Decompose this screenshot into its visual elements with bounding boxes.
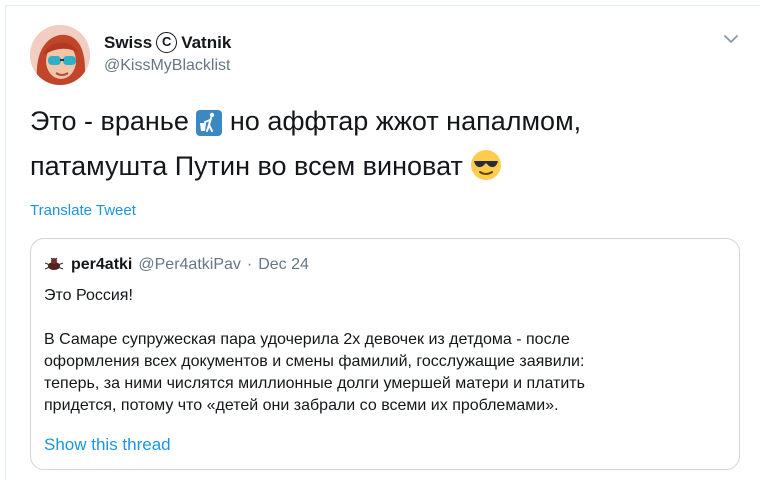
tweet-text-part2: но аффтар жжот напалмом, bbox=[229, 106, 582, 136]
quoted-tweet-header: per4atki @Per4atkiPav · Dec 24 bbox=[43, 254, 309, 276]
quoted-paragraph-line: В Самаре супружеская пара удочерила 2х д… bbox=[44, 331, 570, 348]
quoted-tweet[interactable]: per4atki @Per4atkiPav · Dec 24 Это Росси… bbox=[30, 238, 740, 470]
quoted-date[interactable]: Dec 24 bbox=[258, 256, 309, 274]
litter-in-bin-icon bbox=[196, 108, 223, 147]
show-this-thread-link[interactable]: Show this thread bbox=[44, 435, 171, 455]
tweet-text-line2: патамушта Путин во всем виноват bbox=[30, 151, 463, 181]
quoted-avatar[interactable] bbox=[43, 254, 65, 276]
quoted-line1: Это Россия! bbox=[44, 287, 133, 304]
author-display-name[interactable]: Swiss bbox=[104, 33, 152, 53]
quoted-paragraph-line: оформления всех документов и смены фамил… bbox=[44, 353, 585, 370]
author-name-row[interactable]: Swiss C Vatnik bbox=[104, 32, 231, 53]
quoted-paragraph-line: придется, потому что «детей они забрали … bbox=[44, 397, 559, 414]
avatar-image bbox=[30, 25, 90, 85]
quoted-paragraph-gap bbox=[44, 307, 734, 329]
copyright-icon: C bbox=[156, 32, 178, 53]
quoted-paragraph-line: теперь, за ними числятся миллионные долг… bbox=[44, 375, 585, 392]
chevron-down-icon[interactable] bbox=[722, 32, 740, 46]
tweet-card: Swiss C Vatnik @KissMyBlacklist Это - вр… bbox=[5, 5, 760, 480]
avatar[interactable] bbox=[30, 25, 90, 85]
tweet-text: Это - вранье но аффтар жжот напалмом, па… bbox=[30, 102, 730, 192]
tweet-text-part1: Это - вранье bbox=[30, 106, 189, 136]
sunglasses-face-icon bbox=[470, 149, 502, 192]
bug-avatar-icon bbox=[44, 257, 64, 270]
quoted-separator: · bbox=[246, 256, 253, 273]
author-handle[interactable]: @KissMyBlacklist bbox=[104, 57, 230, 75]
quoted-author-handle[interactable]: @Per4atkiPav bbox=[138, 256, 241, 274]
author-display-name-2[interactable]: Vatnik bbox=[181, 33, 231, 53]
translate-tweet-link[interactable]: Translate Tweet bbox=[30, 202, 136, 219]
quoted-tweet-body: Это Россия! В Самаре супружеская пара уд… bbox=[44, 285, 734, 417]
quoted-author-name[interactable]: per4atki bbox=[71, 256, 132, 274]
